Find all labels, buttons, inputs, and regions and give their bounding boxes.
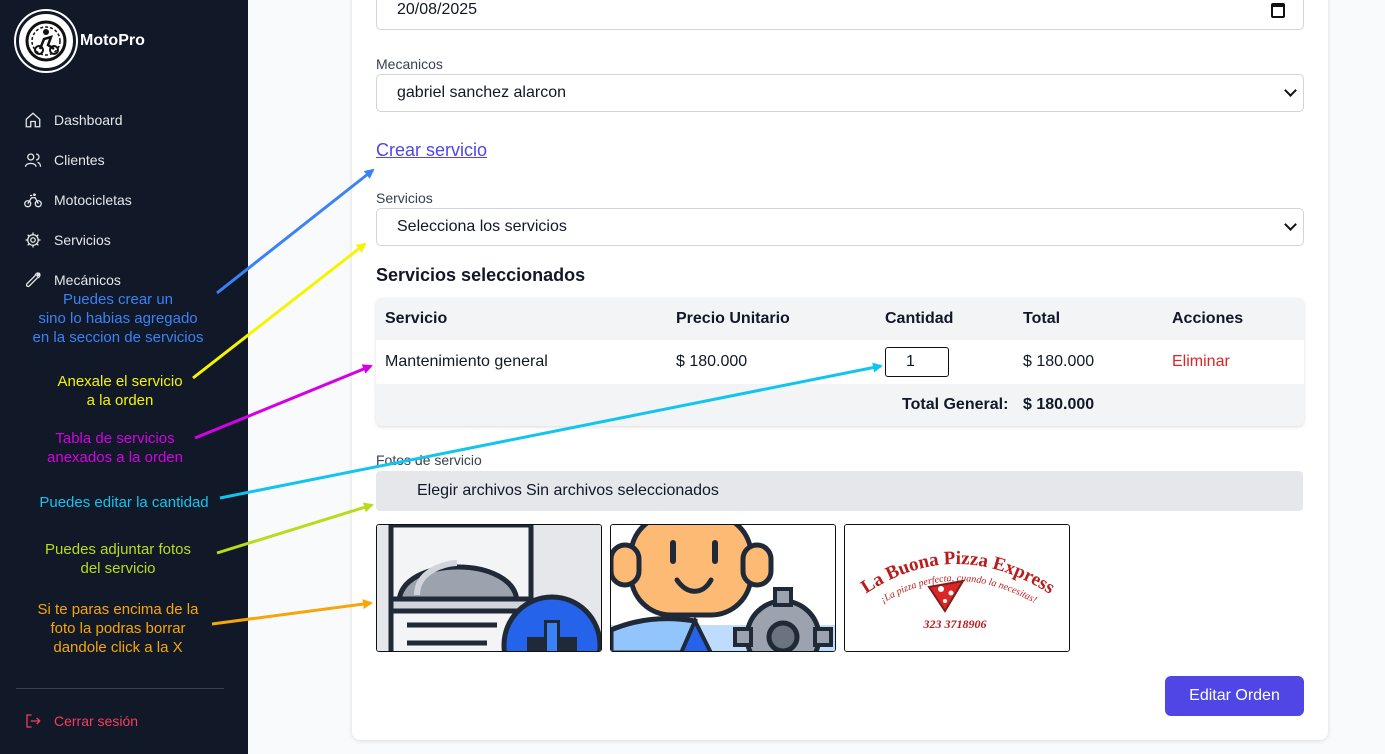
services-table: Servicio Precio Unitario Cantidad Total … bbox=[376, 298, 1304, 426]
service-photo[interactable] bbox=[376, 524, 602, 652]
pizza-logo-image: La Buona Pizza Express ¡La pizza perfect… bbox=[845, 525, 1069, 651]
sidebar-item-motocicletas[interactable]: Motocicletas bbox=[24, 180, 132, 220]
sidebar-item-label: Dashboard bbox=[54, 112, 123, 128]
row-total: $ 180.000 bbox=[1023, 353, 1095, 370]
note-line: anexados a la orden bbox=[47, 449, 183, 466]
sidebar-item-clientes[interactable]: Clientes bbox=[24, 140, 132, 180]
sidebar-item-servicios[interactable]: Servicios bbox=[24, 220, 132, 260]
service-photo[interactable] bbox=[610, 524, 836, 652]
service-name: Mantenimiento general bbox=[385, 353, 548, 370]
servicios-select[interactable]: Selecciona los servicios bbox=[376, 208, 1304, 246]
home-icon bbox=[25, 112, 41, 128]
file-status: Sin archivos seleccionados bbox=[525, 482, 719, 499]
choose-files-button[interactable]: Elegir archivos bbox=[417, 482, 522, 500]
delete-link[interactable]: Eliminar bbox=[1172, 340, 1230, 384]
pizza-logo-phone: 323 3718906 bbox=[923, 617, 987, 631]
note-line: Puedes crear un bbox=[62, 291, 174, 308]
date-value: 20/08/2025 bbox=[397, 1, 478, 18]
mecanico-select[interactable]: gabriel sanchez alarcon bbox=[376, 74, 1304, 112]
note-line: a la orden bbox=[86, 392, 154, 409]
date-input[interactable]: 20/08/2025 bbox=[376, 0, 1304, 30]
logout-button[interactable]: Cerrar sesión bbox=[24, 712, 138, 730]
column-header: Cantidad bbox=[885, 310, 954, 327]
users-icon bbox=[24, 153, 42, 167]
note-line: Tabla de servicios bbox=[55, 430, 175, 447]
servicios-placeholder: Selecciona los servicios bbox=[397, 218, 567, 235]
sidebar-item-label: Clientes bbox=[54, 152, 105, 168]
brand-name: MotoPro bbox=[80, 32, 145, 49]
servicios-label: Servicios bbox=[376, 190, 433, 206]
note-line: Si te paras encima de la bbox=[37, 601, 199, 618]
note-borrar: Si te paras encima de la foto la podras … bbox=[18, 600, 218, 657]
bike-icon bbox=[24, 193, 42, 208]
sidebar-item-label: Motocicletas bbox=[54, 192, 132, 208]
column-header: Servicio bbox=[385, 310, 448, 327]
column-header: Total bbox=[1023, 310, 1061, 327]
sidebar-item-label: Servicios bbox=[54, 232, 111, 248]
note-fotos: Puedes adjuntar fotos del servicio bbox=[18, 540, 218, 578]
sidebar-divider bbox=[16, 688, 224, 689]
fotos-label: Fotos de servicio bbox=[376, 452, 482, 468]
chevron-down-icon bbox=[1284, 84, 1297, 97]
wrench-icon bbox=[25, 272, 41, 288]
logout-label: Cerrar sesión bbox=[54, 713, 139, 729]
unit-price: $ 180.000 bbox=[676, 353, 748, 370]
crear-servicio-link[interactable]: Crear servicio bbox=[376, 140, 487, 161]
chevron-down-icon bbox=[1284, 218, 1297, 231]
note-line: en la seccion de servicios bbox=[32, 329, 204, 346]
sidebar-item-label: Mecánicos bbox=[54, 272, 121, 288]
note-line: sino lo habias agregado bbox=[38, 310, 198, 327]
quantity-cell: 1 bbox=[885, 340, 949, 384]
food-service-illustration bbox=[377, 525, 601, 651]
sidebar-item-dashboard[interactable]: Dashboard bbox=[24, 100, 132, 140]
note-cantidad: Puedes editar la cantidad bbox=[24, 493, 224, 512]
sidebar-nav: Dashboard Clientes Motocicletas Servicio… bbox=[24, 100, 132, 300]
column-header: Precio Unitario bbox=[676, 310, 790, 327]
total-general-value: $ 180.000 bbox=[1023, 396, 1095, 413]
mecanicos-label: Mecanicos bbox=[376, 56, 443, 72]
logout-icon bbox=[26, 714, 41, 728]
brand[interactable]: MotoPro bbox=[16, 11, 145, 71]
note-line: Anexale el servicio bbox=[57, 373, 183, 390]
table-footer: Total General: $ 180.000 bbox=[376, 384, 1304, 426]
service-photo[interactable]: La Buona Pizza Express ¡La pizza perfect… bbox=[844, 524, 1070, 652]
note-crear-servicio: Puedes crear un sino lo habias agregado … bbox=[18, 290, 218, 347]
column-header: Acciones bbox=[1172, 310, 1244, 327]
note-tabla: Tabla de servicios anexados a la orden bbox=[15, 429, 215, 467]
note-line: Puedes editar la cantidad bbox=[39, 494, 209, 511]
calendar-icon[interactable] bbox=[1271, 3, 1285, 18]
note-line: foto la podras borrar bbox=[50, 620, 186, 637]
note-line: Puedes adjuntar fotos bbox=[45, 541, 191, 558]
selected-services-title: Servicios seleccionados bbox=[376, 265, 586, 285]
note-line: del servicio bbox=[80, 560, 156, 577]
file-upload-input[interactable]: Elegir archivos Sin archivos seleccionad… bbox=[376, 471, 1303, 511]
motopro-logo bbox=[16, 11, 76, 71]
mecanico-selected: gabriel sanchez alarcon bbox=[397, 84, 566, 101]
mechanic-avatar-illustration bbox=[611, 525, 835, 651]
editar-orden-button[interactable]: Editar Orden bbox=[1165, 676, 1304, 716]
table-row: Mantenimiento general $ 180.000 1 $ 180.… bbox=[376, 340, 1304, 384]
table-header: Servicio Precio Unitario Cantidad Total … bbox=[376, 298, 1304, 340]
gear-icon bbox=[25, 232, 41, 248]
quantity-input[interactable]: 1 bbox=[885, 347, 949, 377]
total-general-label: Total General: bbox=[902, 396, 1009, 413]
note-line: dandole click a la X bbox=[53, 639, 183, 656]
note-anexale: Anexale el servicio a la orden bbox=[20, 372, 220, 410]
